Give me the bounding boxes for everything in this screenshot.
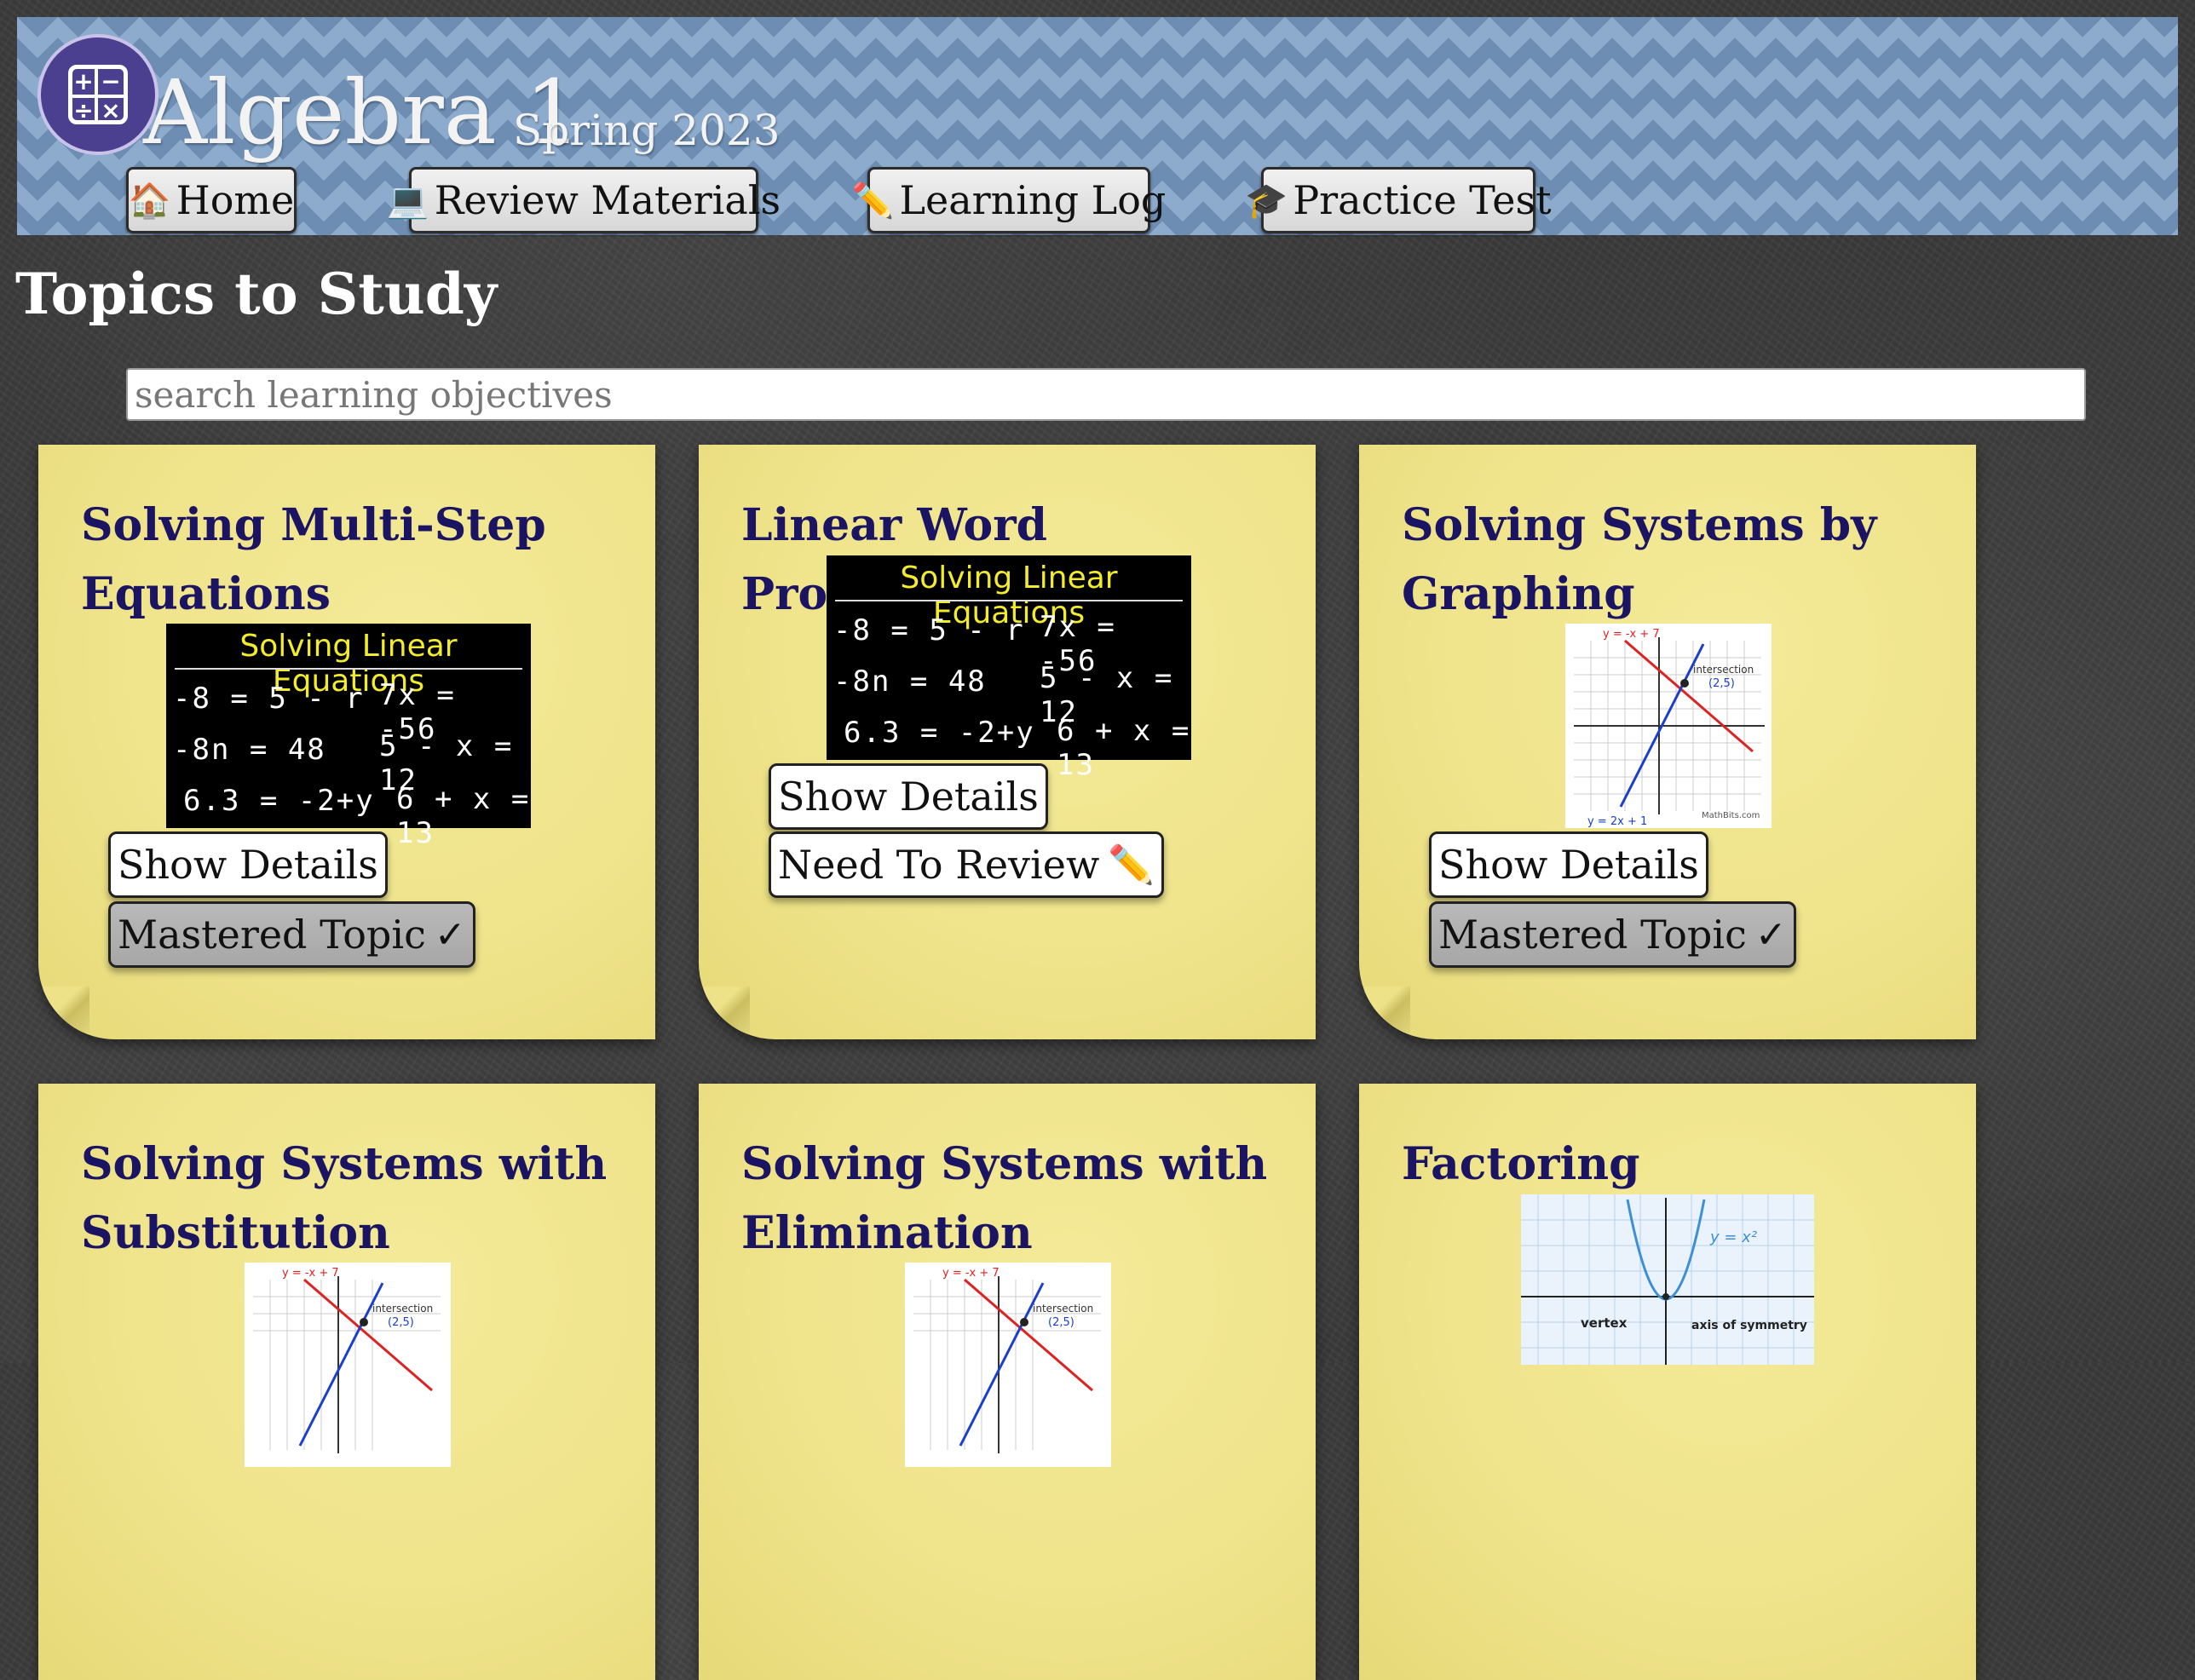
- topic-card-elimination: Solving Systems with Elimination interse…: [699, 1084, 1316, 1680]
- nav-test-label: Practice Test: [1293, 177, 1552, 223]
- show-details-label: Show Details: [778, 774, 1039, 820]
- minus-symbol: −: [98, 69, 124, 98]
- search-input[interactable]: [126, 368, 2086, 421]
- show-details-button[interactable]: Show Details: [1429, 831, 1708, 898]
- topic-card-linear-word-problems: Linear Word Problems Solving Linear Equa…: [699, 445, 1316, 1039]
- show-details-button[interactable]: Show Details: [108, 831, 388, 898]
- show-details-label: Show Details: [118, 842, 378, 888]
- topic-card-multi-step: Solving Multi-Step Equations Solving Lin…: [38, 445, 655, 1039]
- nav-home-label: Home: [176, 177, 295, 223]
- page-title: Topics to Study: [15, 261, 498, 327]
- eq-image-rule: [835, 600, 1183, 601]
- eq-line: 6 + x = 13: [1057, 714, 1191, 782]
- eq-line: -8n = 48: [173, 733, 326, 767]
- eq-line: 6 + x = 13: [396, 782, 531, 850]
- topic-title: Solving Systems with Elimination: [741, 1138, 1268, 1259]
- calculator-logo-icon[interactable]: + − ÷ ×: [37, 34, 158, 155]
- graph-red-label: y = -x + 7: [1603, 628, 1660, 641]
- times-symbol: ×: [101, 96, 121, 124]
- pencil-icon: ✏️: [851, 181, 895, 221]
- parabola-image: y = x² vertex axis of symmetry: [1521, 1194, 1814, 1365]
- graph-note: intersection: [372, 1303, 433, 1315]
- graph-red-label: y = -x + 7: [282, 1267, 339, 1280]
- linear-equations-image: Solving Linear Equations -8 = 5 - r -8n …: [166, 624, 531, 850]
- status-label: Mastered Topic: [1438, 912, 1747, 958]
- parabola-equation: y = x²: [1709, 1228, 1757, 1246]
- topic-card-factoring: Factoring y = x² vertex axis of symmetry: [1359, 1084, 1976, 1680]
- show-details-label: Show Details: [1438, 842, 1699, 888]
- topic-title: Solving Systems by Graphing: [1402, 499, 1877, 620]
- graduation-cap-icon: 🎓: [1245, 181, 1288, 221]
- graph-red-label: y = -x + 7: [942, 1267, 1000, 1280]
- eq-line: -8n = 48: [833, 665, 987, 699]
- eq-line: -8 = 5 - r: [833, 613, 1025, 647]
- topic-card-systems-graphing: Solving Systems by Graphing intersection…: [1359, 445, 1976, 1039]
- mastered-topic-button[interactable]: Mastered Topic ✓: [108, 901, 475, 968]
- nav-review-label: Review Materials: [434, 177, 781, 223]
- pencil-icon: ✏️: [1108, 843, 1155, 887]
- page-curl: [43, 987, 89, 1033]
- nav-learning-log-button[interactable]: ✏️ Learning Log: [852, 167, 1166, 233]
- eq-line: -8 = 5 - r: [173, 682, 365, 716]
- eq-line: 6.3 = -2+y: [183, 784, 375, 818]
- site-subtitle: Spring 2023: [513, 106, 781, 155]
- topic-title: Solving Systems with Substitution: [81, 1138, 608, 1259]
- systems-graph-image: intersection (2,5) y = -x + 7 y = 2x + 1…: [1565, 624, 1772, 828]
- graph-note: intersection: [1693, 664, 1754, 676]
- vertex-label: vertex: [1581, 1315, 1628, 1331]
- page-curl: [704, 987, 750, 1033]
- status-label: Need To Review: [778, 842, 1100, 888]
- topic-title: Solving Multi-Step Equations: [81, 499, 546, 620]
- plus-symbol: +: [72, 69, 98, 98]
- eq-image-rule: [175, 668, 522, 670]
- topic-card-substitution: Solving Systems with Substitution inters…: [38, 1084, 655, 1680]
- eq-line: 6.3 = -2+y: [844, 716, 1035, 750]
- laptop-icon: 💻: [386, 181, 429, 221]
- site-header: + − ÷ × Algebra 1 Spring 2023 🏠 Home 💻 Re…: [17, 17, 2178, 235]
- graph-point: (2,5): [1708, 677, 1735, 690]
- checkmark-icon: ✓: [434, 912, 466, 957]
- systems-graph-image: intersection (2,5) y = -x + 7: [905, 1263, 1111, 1467]
- divide-symbol: ÷: [72, 98, 98, 124]
- nav-practice-test-button[interactable]: 🎓 Practice Test: [1245, 167, 1552, 233]
- house-icon: 🏠: [128, 181, 171, 221]
- show-details-button[interactable]: Show Details: [769, 763, 1048, 830]
- nav-review-materials-button[interactable]: 💻 Review Materials: [387, 167, 781, 233]
- graph-credit: MathBits.com: [1702, 811, 1760, 820]
- systems-graph-image: intersection (2,5) y = -x + 7: [245, 1263, 451, 1467]
- axis-label: axis of symmetry: [1691, 1319, 1807, 1332]
- graph-point: (2,5): [388, 1316, 414, 1329]
- graph-note: intersection: [1033, 1303, 1093, 1315]
- status-label: Mastered Topic: [118, 912, 426, 958]
- checkmark-icon: ✓: [1754, 912, 1787, 957]
- graph-blue-label: y = 2x + 1: [1587, 815, 1647, 828]
- mastered-topic-button[interactable]: Mastered Topic ✓: [1429, 901, 1796, 968]
- page-curl: [1364, 987, 1410, 1033]
- topic-title: Factoring: [1402, 1138, 1640, 1190]
- nav-log-label: Learning Log: [899, 177, 1167, 223]
- linear-equations-image: Solving Linear Equations -8 = 5 - r -8n …: [827, 555, 1191, 782]
- need-to-review-button[interactable]: Need To Review ✏️: [769, 831, 1165, 898]
- graph-point: (2,5): [1048, 1316, 1074, 1329]
- nav-home-button[interactable]: 🏠 Home: [126, 167, 297, 233]
